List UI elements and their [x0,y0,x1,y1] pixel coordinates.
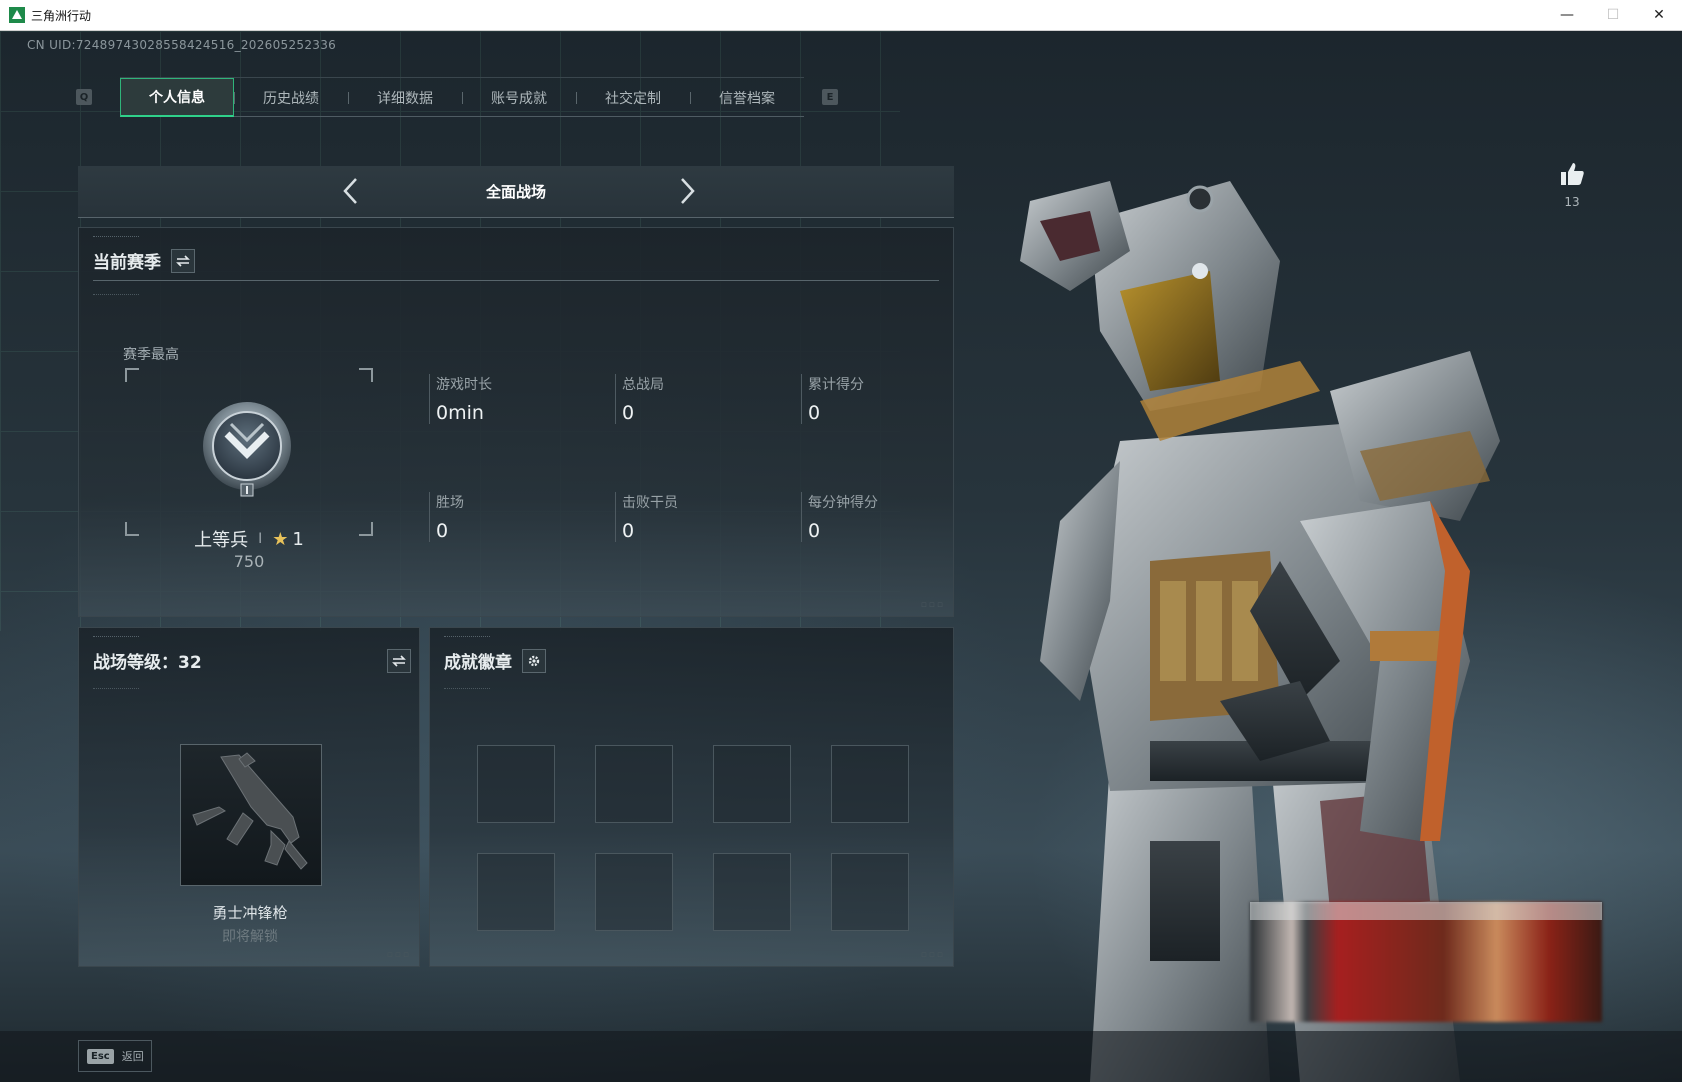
level-header: 战场等级：32 [93,648,411,673]
stat-label: 击败干员 [622,495,678,511]
back-label: 返回 [121,1050,144,1063]
rank-points: 750 [233,552,265,571]
panel-decoration [444,636,490,638]
stat-label: 累计得分 [808,377,864,393]
badge-grid [477,745,909,931]
window-title: 三角洲行动 [31,8,92,23]
like-widget[interactable]: 13 [1552,161,1592,209]
app-logo-icon [9,7,25,23]
current-season-panel: 当前赛季 赛季最高 上等兵 I ★ 1 750 游戏时长 0min 总战局 0 … [78,227,954,617]
season-header: 当前赛季 [93,248,195,273]
thumbs-up-icon[interactable] [1559,161,1585,187]
stat-wins: 胜场 0 [429,492,609,542]
achievement-badges-panel: 成就徽章 ▫▫▫ [429,627,954,967]
stat-label: 每分钟得分 [808,495,878,511]
panel-decoration: ▫▫▫ [920,600,945,610]
stat-label: 胜场 [436,495,464,511]
star-icon: ★ [272,528,289,550]
rank-numeral: I [258,531,263,547]
profile-tabbar: Q 个人信息 历史战绩 详细数据 账号成就 社交定制 信誉档案 E [76,77,838,117]
swap-icon[interactable] [387,648,411,673]
stat-value: 0 [808,520,821,542]
game-viewport: CN UID:7248974302855842451​6_20260525233… [0,31,1682,1082]
window-controls: — ☐ ✕ [1544,0,1682,31]
tab-account-achievements[interactable]: 账号成就 [462,78,576,117]
badge-slot[interactable] [713,853,791,931]
weapon-unlock-status: 即将解锁 [222,929,278,945]
gear-icon[interactable] [522,648,546,673]
tab-match-history[interactable]: 历史战绩 [234,78,348,117]
stat-value: 0 [622,520,635,542]
bottom-bar [0,1031,1682,1082]
stat-label: 总战局 [622,377,664,393]
stat-label: 游戏时长 [436,377,492,393]
weapon-reward-card[interactable] [180,744,322,886]
panel-decoration [444,688,490,690]
rank-name: 上等兵 [194,530,249,551]
badges-title: 成就徽章 [444,653,512,673]
tab-detailed-data[interactable]: 详细数据 [348,78,462,117]
badge-slot[interactable] [595,853,673,931]
panel-decoration [93,688,139,690]
badge-slot[interactable] [477,745,555,823]
maximize-button[interactable]: ☐ [1590,0,1636,31]
stat-score-per-minute: 每分钟得分 0 [801,492,981,542]
tab-social-customization[interactable]: 社交定制 [576,78,690,117]
media-caption-bar [1250,902,1602,920]
panel-decoration: ▫▫▫ [386,950,411,960]
chevron-left-icon[interactable] [336,176,366,206]
tab-next-key-hint[interactable]: E [822,89,838,105]
panel-decoration [93,294,139,296]
mode-label: 全面战场 [485,183,546,201]
stat-total-matches: 总战局 0 [615,374,795,424]
media-thumbnail[interactable] [1250,902,1602,1022]
badge-slot[interactable] [831,745,909,823]
season-best-label: 赛季最高 [123,347,179,363]
weapon-name: 勇士冲锋枪 [212,904,288,922]
stat-value: 0 [808,402,821,424]
minimize-button[interactable]: — [1544,0,1590,31]
tab-prev-key-hint[interactable]: Q [76,89,92,105]
rank-stars: 1 [292,528,304,550]
level-title: 战场等级：32 [93,653,202,673]
badge-slot[interactable] [477,853,555,931]
esc-key-hint: Esc [87,1048,114,1064]
header-divider [93,280,939,281]
close-button[interactable]: ✕ [1636,0,1682,31]
stat-value: 0 [622,402,635,424]
mode-selector: 全面战场 [78,166,954,218]
smg-icon [192,752,308,870]
stat-play-time: 游戏时长 0min [429,374,609,424]
rank-emblem-icon [197,398,297,498]
panel-decoration [93,236,139,238]
rank-name-row: 上等兵 I ★ 1 [125,526,373,552]
stat-total-score: 累计得分 0 [801,374,981,424]
stat-value: 0min [436,402,484,424]
badge-slot[interactable] [831,853,909,931]
chevron-right-icon[interactable] [672,176,702,206]
swap-icon[interactable] [171,248,195,273]
tab-credit-record[interactable]: 信誉档案 [690,78,804,117]
window-titlebar: 三角洲行动 — ☐ ✕ [0,0,1682,31]
badge-slot[interactable] [595,745,673,823]
stat-value: 0 [436,520,449,542]
badges-header: 成就徽章 [444,648,546,673]
back-button[interactable]: Esc 返回 [78,1040,152,1072]
badge-slot[interactable] [713,745,791,823]
player-uid: CN UID:7248974302855842451​6_20260525233… [27,38,337,52]
profile-tabs: 个人信息 历史战绩 详细数据 账号成就 社交定制 信誉档案 [120,77,804,117]
stat-operators-defeated: 击败干员 0 [615,492,795,542]
panel-decoration: ▫▫▫ [920,950,945,960]
like-count: 13 [1564,195,1580,209]
battlefield-level-panel: 战场等级：32 勇士冲锋枪 即将解锁 ▫▫▫ [78,627,420,967]
tab-personal-info[interactable]: 个人信息 [120,78,234,117]
panel-decoration [93,636,139,638]
season-title: 当前赛季 [93,253,161,273]
